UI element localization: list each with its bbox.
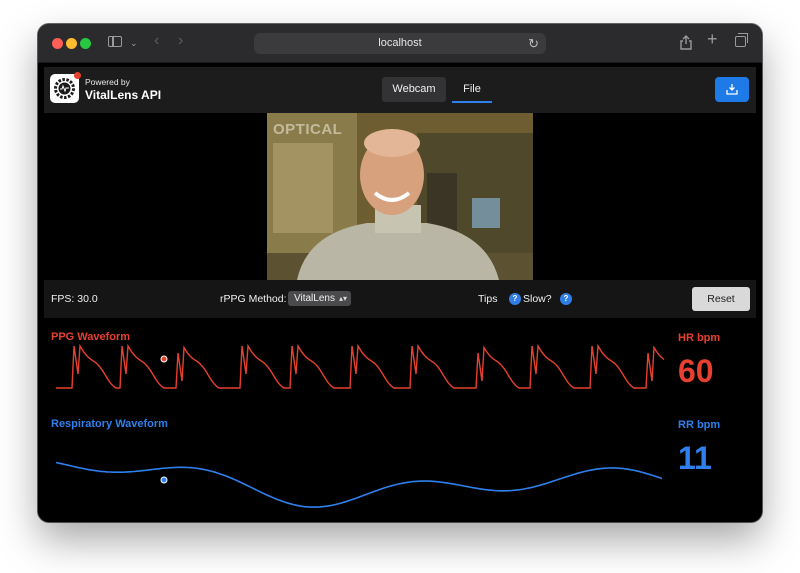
resp-cursor-dot <box>160 476 168 484</box>
ppg-title: PPG Waveform <box>51 331 131 343</box>
back-arrow-icon[interactable]: ‹ <box>154 33 159 49</box>
tab-webcam[interactable]: Webcam <box>382 77 446 102</box>
respiratory-waveform <box>55 461 663 508</box>
tips-help-icon[interactable]: ? <box>509 293 521 305</box>
select-arrows-icon: ▴▾ <box>338 294 347 303</box>
ppg-cursor-dot <box>160 355 168 363</box>
minimize-window-button[interactable] <box>66 38 77 49</box>
tab-overview-icon[interactable] <box>735 33 748 47</box>
slow-help-icon[interactable]: ? <box>560 293 572 305</box>
browser-window: ⌄ ‹ › localhost ↻ + Powered by VitalLens… <box>38 24 762 522</box>
maximize-window-button[interactable] <box>80 38 91 49</box>
hr-label: HR bpm <box>678 332 721 344</box>
control-bar: FPS: 30.0 rPPG Method: VitalLens ▴▾ Tips… <box>44 280 756 318</box>
rr-label: RR bpm <box>678 419 721 431</box>
method-select-value: VitalLens <box>294 293 335 304</box>
download-button[interactable] <box>715 77 749 102</box>
powered-by-text: Powered by <box>85 77 130 87</box>
method-label: rPPG Method: <box>220 293 287 305</box>
ppg-waveform <box>56 343 665 389</box>
active-tab-indicator <box>452 101 492 103</box>
waveform-panel: PPG Waveform Respiratory Waveform HR bpm… <box>38 318 762 522</box>
browser-titlebar: ⌄ ‹ › localhost ↻ + <box>38 24 762 63</box>
fps-readout: FPS: 30.0 <box>51 293 98 305</box>
tips-label: Tips <box>478 293 498 305</box>
address-bar[interactable]: localhost ↻ <box>254 33 546 54</box>
sidebar-toggle-icon[interactable] <box>108 36 122 47</box>
slow-label: Slow? <box>523 293 552 305</box>
share-icon[interactable] <box>680 35 692 52</box>
video-overlay-text: OPTICAL <box>273 121 343 138</box>
hr-value: 60 <box>678 353 714 389</box>
vitallens-logo <box>50 72 81 103</box>
resp-title: Respiratory Waveform <box>51 418 168 430</box>
video-preview: OPTICAL <box>267 113 533 280</box>
reset-button[interactable]: Reset <box>692 287 750 311</box>
close-window-button[interactable] <box>52 38 63 49</box>
chevron-down-icon[interactable]: ⌄ <box>130 36 138 50</box>
method-select[interactable]: VitalLens ▴▾ <box>288 291 351 306</box>
download-icon <box>726 84 738 95</box>
tab-file[interactable]: File <box>452 77 492 102</box>
address-bar-url: localhost <box>378 37 422 49</box>
reload-icon[interactable]: ↻ <box>528 36 539 52</box>
app-header: Powered by VitalLens API Webcam File <box>44 67 756 113</box>
rr-value: 11 <box>678 440 712 476</box>
forward-arrow-icon[interactable]: › <box>178 33 183 49</box>
new-tab-icon[interactable]: + <box>707 30 718 48</box>
brand-name: VitalLens API <box>85 88 162 102</box>
